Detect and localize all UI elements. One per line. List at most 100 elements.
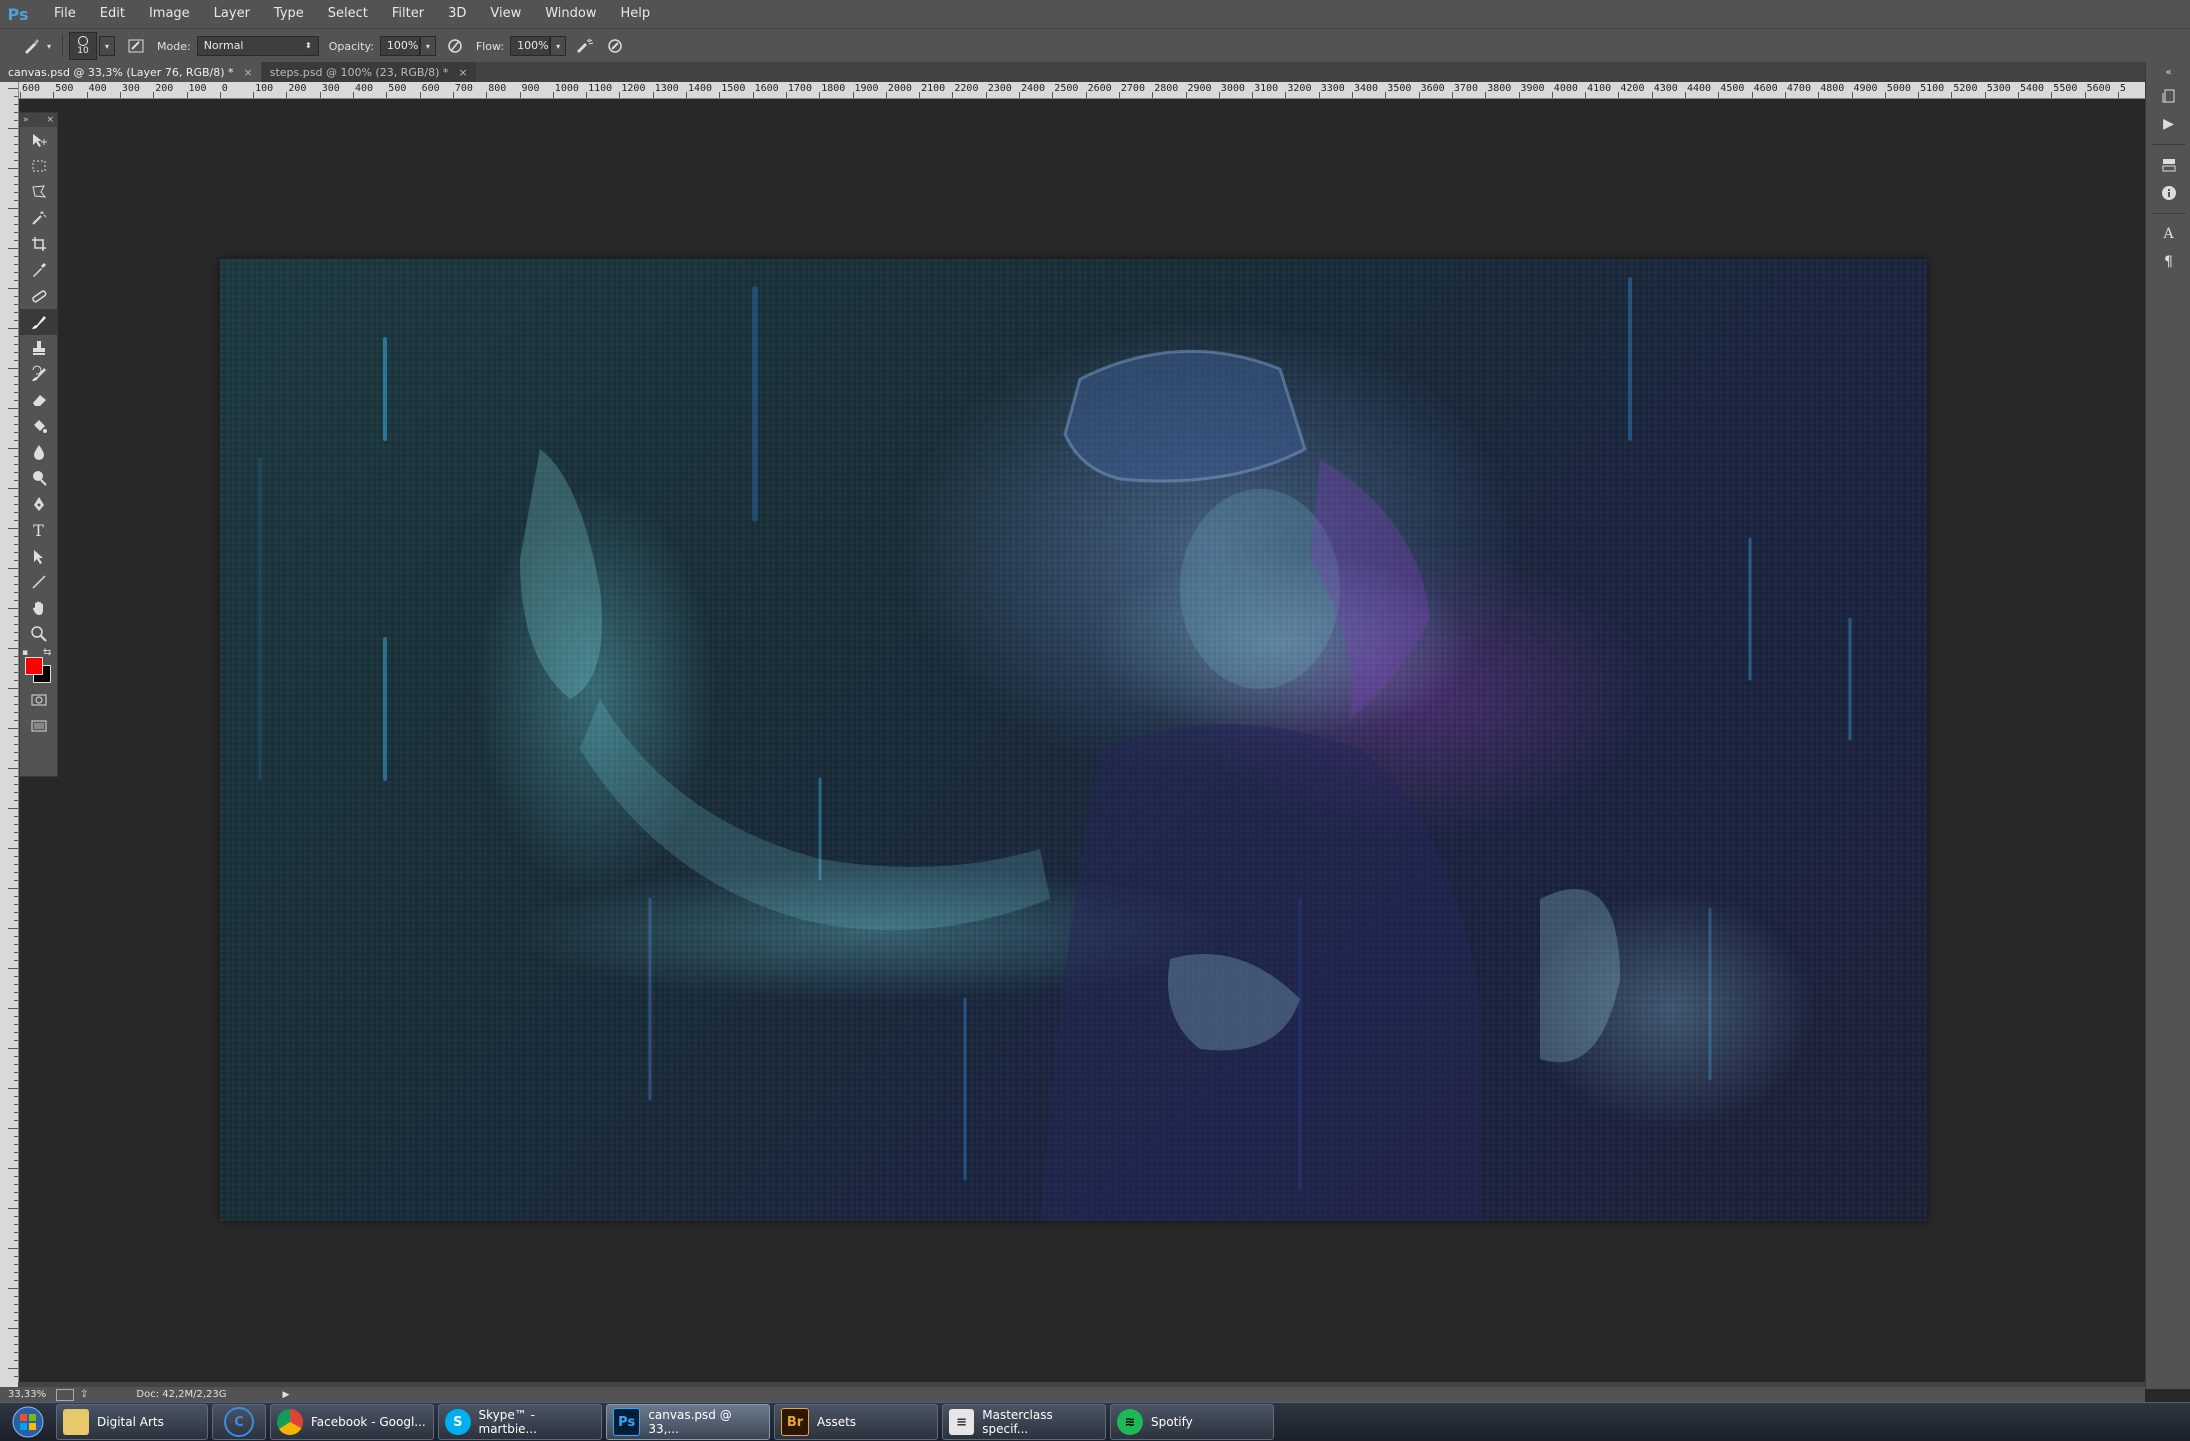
ruler-tick xyxy=(14,1184,18,1185)
ruler-tick xyxy=(852,92,854,98)
taskbar-pinned-app[interactable]: C xyxy=(212,1404,266,1440)
lasso-tool[interactable] xyxy=(20,179,57,205)
menu-file[interactable]: File xyxy=(42,0,88,28)
document-canvas-artwork[interactable] xyxy=(220,259,1927,1221)
brush-icon xyxy=(31,316,46,329)
pressure-opacity-icon[interactable] xyxy=(444,35,466,57)
proof-icon[interactable] xyxy=(56,1388,74,1401)
foreground-color-swatch[interactable] xyxy=(25,657,43,675)
path-selection-tool[interactable] xyxy=(20,543,57,569)
tab-steps[interactable]: steps.psd @ 100% (23, RGB/8) * × xyxy=(261,62,476,82)
ruler-tick xyxy=(14,376,18,377)
taskbar-item-bridge[interactable]: Br Assets xyxy=(774,1404,938,1440)
ruler-tick xyxy=(14,1080,18,1081)
healing-brush-tool[interactable] xyxy=(20,283,57,309)
ruler-tick xyxy=(14,240,18,241)
menu-type[interactable]: Type xyxy=(262,0,316,28)
adjustments-panel-icon[interactable] xyxy=(2146,151,2190,179)
ruler-tick-label: 3400 xyxy=(1354,83,1379,94)
brush-panel-toggle-icon[interactable] xyxy=(125,35,147,57)
close-icon[interactable]: × xyxy=(458,66,467,79)
clone-stamp-tool[interactable] xyxy=(20,335,57,361)
tab-canvas[interactable]: canvas.psd @ 33,3% (Layer 76, RGB/8) * × xyxy=(0,62,261,82)
brush-preset-dropdown[interactable]: ▾ xyxy=(42,37,56,55)
close-icon[interactable]: × xyxy=(46,115,54,125)
taskbar-item-digital-arts[interactable]: Digital Arts xyxy=(56,1404,208,1440)
taskbar-item-spotify[interactable]: ≋ Spotify xyxy=(1110,1404,1274,1440)
menu-window[interactable]: Window xyxy=(533,0,608,28)
brush-preset-icon[interactable] xyxy=(20,35,42,57)
flow-slider-dropdown[interactable]: ▾ xyxy=(550,36,567,56)
tab-label: steps.psd @ 100% (23, RGB/8) * xyxy=(269,65,449,79)
mode-select[interactable]: Normal ⬍ xyxy=(196,36,319,56)
hand-tool[interactable] xyxy=(20,595,57,621)
expand-panels-icon[interactable]: « xyxy=(2146,62,2190,82)
status-menu-arrow-icon[interactable]: ▶ xyxy=(283,1390,290,1400)
swap-colors-icon[interactable]: ⇆ xyxy=(43,647,51,658)
paint-bucket-tool[interactable] xyxy=(20,413,57,439)
line-tool[interactable] xyxy=(20,569,57,595)
taskbar-item-photoshop[interactable]: Ps canvas.psd @ 33,... xyxy=(606,1404,770,1440)
taskbar-item-skype[interactable]: S Skype™ - martbie... xyxy=(438,1404,602,1440)
zoom-tool[interactable] xyxy=(20,621,57,647)
taskbar-item-document[interactable]: ≡ Masterclass specif... xyxy=(942,1404,1106,1440)
opacity-slider-dropdown[interactable]: ▾ xyxy=(419,36,436,56)
pen-tool[interactable] xyxy=(20,491,57,517)
ruler-tick xyxy=(1118,92,1120,98)
start-button[interactable] xyxy=(0,1403,56,1441)
pressure-size-icon[interactable] xyxy=(604,35,626,57)
brush-size-dropdown[interactable]: ▾ xyxy=(99,36,115,56)
horizontal-ruler[interactable]: 600 500 400 300 200 100 0 100 200 300 400 500 600 700… xyxy=(18,82,2145,99)
actions-play-icon[interactable]: ▶ xyxy=(2146,110,2190,138)
menu-edit[interactable]: Edit xyxy=(88,0,137,28)
airbrush-icon[interactable] xyxy=(574,35,596,57)
blur-tool[interactable] xyxy=(20,439,57,465)
quick-mask-mode[interactable] xyxy=(20,687,57,713)
folder-icon xyxy=(63,1409,89,1435)
marquee-tool[interactable] xyxy=(20,153,57,179)
menu-filter[interactable]: Filter xyxy=(380,0,436,28)
crop-tool[interactable] xyxy=(20,231,57,257)
info-panel-icon[interactable] xyxy=(2146,179,2190,207)
ruler-tick xyxy=(14,336,18,337)
dodge-tool[interactable] xyxy=(20,465,57,491)
eraser-tool[interactable] xyxy=(20,387,57,413)
share-icon[interactable]: ⇪ xyxy=(80,1389,88,1400)
ruler-tick xyxy=(2117,92,2119,98)
ruler-tick-label: 3900 xyxy=(1520,83,1545,94)
ruler-tick-label: 1400 xyxy=(688,83,713,94)
paragraph-panel-icon[interactable]: ¶ xyxy=(2146,248,2190,276)
tools-panel-header[interactable]: » × xyxy=(20,113,57,127)
eyedropper-tool[interactable] xyxy=(20,257,57,283)
magic-wand-tool[interactable] xyxy=(20,205,57,231)
brush-size-picker[interactable]: 10 xyxy=(69,32,97,60)
opacity-input[interactable]: 100% xyxy=(379,36,420,56)
history-panel-icon[interactable] xyxy=(2146,82,2190,110)
ruler-tick xyxy=(14,1104,18,1105)
ruler-tick xyxy=(14,400,18,401)
move-tool[interactable] xyxy=(20,127,57,153)
menu-select[interactable]: Select xyxy=(316,0,380,28)
ruler-tick xyxy=(14,520,18,521)
taskbar-item-chrome[interactable]: Facebook - Googl... xyxy=(270,1404,434,1440)
close-icon[interactable]: × xyxy=(244,66,253,79)
ruler-tick xyxy=(14,856,18,857)
type-tool[interactable]: T xyxy=(20,517,57,543)
history-brush-tool[interactable] xyxy=(20,361,57,387)
menu-image[interactable]: Image xyxy=(137,0,202,28)
brush-tool[interactable] xyxy=(20,309,57,335)
menu-layer[interactable]: Layer xyxy=(202,0,262,28)
ruler-tick xyxy=(1718,92,1720,98)
collapse-icon[interactable]: » xyxy=(23,115,29,125)
ruler-tick xyxy=(14,352,18,353)
menu-view[interactable]: View xyxy=(478,0,533,28)
screen-mode[interactable] xyxy=(20,713,57,739)
character-panel-icon[interactable]: A xyxy=(2146,220,2190,248)
ruler-tick xyxy=(452,92,454,98)
menu-3d[interactable]: 3D xyxy=(436,0,478,28)
menu-help[interactable]: Help xyxy=(609,0,663,28)
ruler-tick-label: 1900 xyxy=(854,83,879,94)
vertical-ruler[interactable] xyxy=(0,82,19,1387)
zoom-level[interactable]: 33,33% xyxy=(8,1389,48,1400)
flow-input[interactable]: 100% xyxy=(510,36,551,56)
